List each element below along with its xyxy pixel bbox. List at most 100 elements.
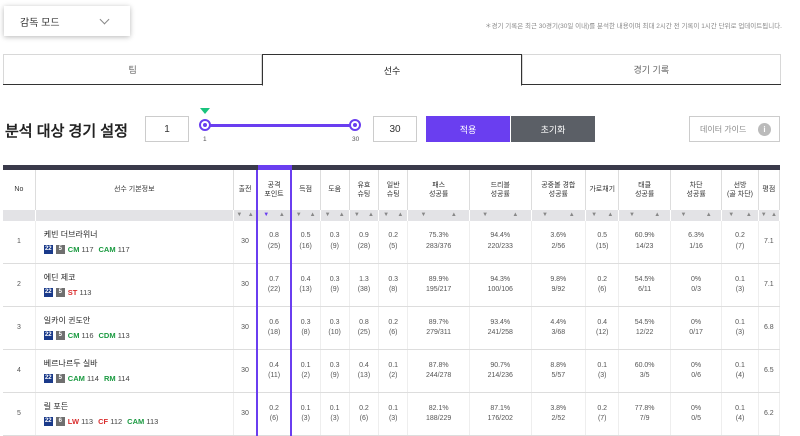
- tab-match-record[interactable]: 경기 기록: [521, 54, 781, 84]
- stat-pass: 82.1% 188/229: [407, 392, 470, 436]
- data-guide-label: 데이터 가이드: [700, 124, 747, 134]
- sort-controls: [3, 209, 36, 221]
- max-games-input[interactable]: 30: [373, 116, 417, 142]
- analysis-settings: 분석 대상 경기 설정 1 1 30 30 적용 초기화 데이터 가이드 i: [0, 108, 800, 146]
- settings-title: 분석 대상 경기 설정: [5, 123, 128, 140]
- column-header: No: [3, 165, 36, 210]
- sort-asc-icon[interactable]: ▲: [451, 212, 457, 218]
- position-rating: CAM 114: [67, 373, 99, 383]
- sort-desc-icon[interactable]: ▼: [728, 212, 734, 218]
- season-badge: 22: [43, 244, 53, 254]
- position-rating: CM 117: [67, 244, 94, 254]
- stat-block: 0% 0/3: [670, 263, 723, 307]
- sort-desc-icon[interactable]: ▼: [761, 212, 767, 218]
- sort-desc-icon[interactable]: ▼: [482, 212, 488, 218]
- sort-asc-icon[interactable]: ▲: [512, 212, 518, 218]
- mode-dropdown[interactable]: 감독 모드: [4, 6, 130, 36]
- column-header: 공중볼 경합 성공률: [531, 165, 587, 210]
- games-slider-track[interactable]: [205, 124, 355, 127]
- sort-controls: ▼ ▲: [721, 209, 759, 221]
- rating: 7.1: [758, 263, 781, 307]
- position-rating: CDM 113: [98, 330, 130, 340]
- stat-save: 0.1 (3): [721, 306, 759, 350]
- sort-desc-icon[interactable]: ▼: [629, 212, 635, 218]
- column-header: 공격 포인트: [256, 165, 292, 210]
- stat-int: 0.4 (12): [585, 306, 620, 350]
- stat-save: 0.1 (3): [721, 263, 759, 307]
- player-name[interactable]: 에딘 제코: [44, 272, 233, 284]
- stat-aerial: 3.6% 2/56: [531, 220, 587, 264]
- sort-asc-icon[interactable]: ▲: [706, 212, 712, 218]
- sort-desc-icon[interactable]: ▼: [681, 212, 687, 218]
- sort-asc-icon[interactable]: ▲: [397, 212, 403, 218]
- sort-desc-icon[interactable]: ▼: [263, 212, 269, 218]
- player-name[interactable]: 베르나르두 실바: [44, 358, 233, 370]
- column-header: 도움: [320, 165, 350, 210]
- table-row[interactable]: 3 일카이 귄도안 22 5 CM 116 CDM 113 30 0.6 (18) 0.3 (8) 0…: [3, 306, 781, 350]
- sort-asc-icon[interactable]: ▲: [248, 212, 254, 218]
- reset-button[interactable]: 초기화: [511, 116, 595, 142]
- sort-desc-icon[interactable]: ▼: [296, 212, 302, 218]
- season-badge: 22: [43, 331, 53, 340]
- tab-bar: 팀 선수 경기 기록: [3, 54, 781, 86]
- table-row[interactable]: 4 베르나르두 실바 22 5 CAM 114 RM 114 30 0.4 (11) 0.1 (2)…: [3, 349, 781, 393]
- sort-desc-icon[interactable]: ▼: [354, 212, 360, 218]
- slider-max-handle[interactable]: [349, 119, 361, 131]
- sort-asc-icon[interactable]: ▲: [569, 212, 575, 218]
- sort-controls: [35, 209, 234, 221]
- player-name[interactable]: 케빈 더브라위너: [44, 229, 233, 241]
- stat-int: 0.2 (6): [585, 263, 620, 307]
- position-rating: RM 114: [103, 373, 130, 383]
- sort-controls: ▼ ▲: [670, 209, 723, 221]
- player-name[interactable]: 릴 포든: [44, 401, 233, 413]
- sort-asc-icon[interactable]: ▲: [746, 212, 752, 218]
- apply-button[interactable]: 적용: [426, 116, 510, 142]
- sort-asc-icon[interactable]: ▲: [771, 212, 777, 218]
- player-name[interactable]: 일카이 귄도안: [44, 315, 233, 327]
- stat-aerial: 8.8% 5/57: [531, 349, 587, 393]
- stat-goal: 0.1 (2): [290, 349, 321, 393]
- stat-pass: 89.7% 279/311: [407, 306, 470, 350]
- sort-asc-icon[interactable]: ▲: [279, 212, 285, 218]
- appearances: 30: [233, 220, 258, 264]
- sort-desc-icon[interactable]: ▼: [325, 212, 331, 218]
- stat-int: 0.1 (3): [585, 349, 620, 393]
- stat-shot: 0.1 (2): [378, 349, 409, 393]
- table-row[interactable]: 1 케빈 더브라위너 22 5 CM 117 CAM 117 30 0.8 (25) 0.5 (16…: [3, 220, 781, 264]
- stat-block: 0% 0/6: [670, 349, 723, 393]
- data-guide-button[interactable]: 데이터 가이드 i: [689, 116, 780, 142]
- column-header: 평점: [758, 165, 781, 210]
- min-games-input[interactable]: 1: [145, 116, 189, 142]
- column-header: 유효 슈팅: [349, 165, 380, 210]
- sort-controls: ▼ ▲: [349, 209, 380, 221]
- sort-desc-icon[interactable]: ▼: [383, 212, 389, 218]
- position-rating: LW 113: [67, 416, 94, 426]
- sort-asc-icon[interactable]: ▲: [339, 212, 345, 218]
- sort-desc-icon[interactable]: ▼: [236, 212, 242, 218]
- season-badge: 22: [43, 417, 53, 426]
- sort-asc-icon[interactable]: ▲: [654, 212, 660, 218]
- column-header: 득점: [290, 165, 321, 210]
- player-stats-table: No 선수 기본정보 출전 공격 포인트 득점 도움 유효 슈팅 일반 슈팅 패스 성공률 드리블…: [3, 165, 781, 436]
- stat-goal: 0.5 (16): [290, 220, 321, 264]
- sort-asc-icon[interactable]: ▲: [310, 212, 316, 218]
- table-row[interactable]: 5릴 포든 22 6 LW 113 CF 112 CAM 113 30 0.2 (6) 0.1 (3…: [3, 392, 781, 436]
- sort-desc-icon[interactable]: ▼: [542, 212, 548, 218]
- mode-label: 감독 모드: [20, 17, 60, 29]
- stat-pass: 89.9% 195/217: [407, 263, 470, 307]
- column-header: 선방 (골 차단): [721, 165, 759, 210]
- tab-player[interactable]: 선수: [262, 54, 522, 86]
- stat-aerial: 9.8% 9/92: [531, 263, 587, 307]
- sort-desc-icon[interactable]: ▼: [591, 212, 597, 218]
- tab-team[interactable]: 팀: [3, 54, 263, 84]
- appearances: 30: [233, 306, 258, 350]
- stat-goal: 0.1 (3): [290, 392, 321, 436]
- sort-asc-icon[interactable]: ▲: [607, 212, 613, 218]
- stat-int: 0.2 (7): [585, 392, 620, 436]
- table-row[interactable]: 2 에딘 제코 22 5 ST 113 30 0.7 (22) 0.4 (13) 0.3 (9) 1.3…: [3, 263, 781, 307]
- sort-desc-icon[interactable]: ▼: [421, 212, 427, 218]
- column-header: 차단 성공률: [670, 165, 723, 210]
- stat-tackle: 60.0% 3/5: [618, 349, 671, 393]
- sort-asc-icon[interactable]: ▲: [368, 212, 374, 218]
- slider-min-handle[interactable]: [199, 119, 211, 131]
